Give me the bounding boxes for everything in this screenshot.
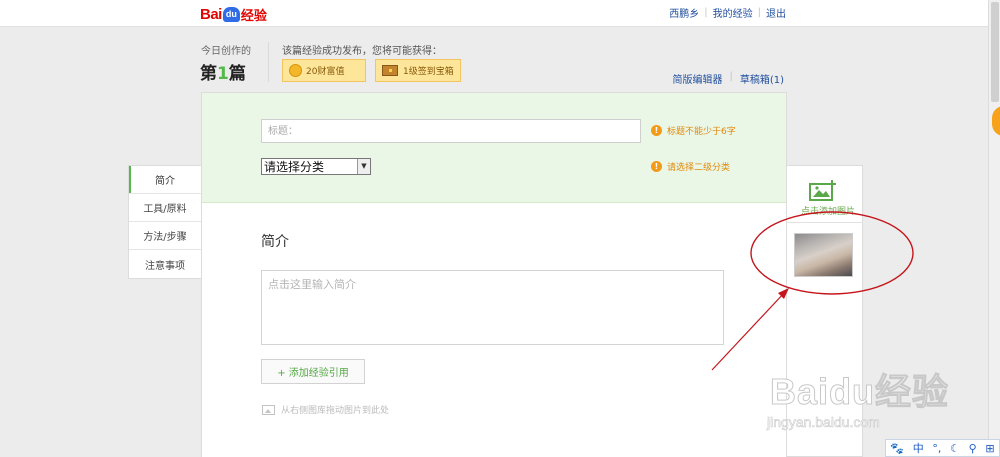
drag-image-hint: 从右侧图库拖动图片到此处	[262, 403, 389, 416]
page-scrollbar[interactable]	[988, 0, 1000, 457]
add-experience-reference-button[interactable]: + 添加经验引用	[261, 359, 365, 384]
ime-punctuation-icon[interactable]: °,	[932, 442, 941, 455]
title-category-area: ! 标题不能少于6字 请选择分类 ▼ ! 请选择二级分类	[202, 93, 786, 203]
ime-toolbar: 🐾 中 °, ☾ ⚲ ⊞	[885, 439, 1000, 457]
logout-link[interactable]: 退出	[766, 5, 786, 20]
baidu-jingyan-logo[interactable]: Bai du 经验	[200, 4, 267, 24]
divider: |	[757, 7, 761, 18]
nav-item-label: 工具/原料	[143, 204, 187, 215]
paw-icon[interactable]: 🐾	[890, 442, 904, 455]
intro-textarea[interactable]	[261, 270, 724, 345]
wealth-reward-text: 20财富值	[306, 67, 345, 77]
drafts-link[interactable]: 草稿箱(1)	[740, 71, 784, 86]
intro-section-heading: 简介	[261, 234, 289, 250]
watermark-brand: Baidu经验	[769, 371, 950, 413]
nav-item-steps[interactable]: 方法/步骤	[129, 222, 201, 250]
scrollbar-thumb[interactable]	[991, 2, 999, 102]
warning-icon: !	[651, 125, 662, 136]
reward-label: 该篇经验成功发布，您将可能获得：	[282, 46, 442, 57]
count-suffix: 篇	[228, 64, 246, 84]
category-select[interactable]: 请选择分类 ▼	[261, 158, 371, 175]
logo-jingyan-text: 经验	[240, 8, 267, 24]
count-number: 1	[217, 64, 229, 84]
section-nav: 简介 工具/原料 方法/步骤 注意事项	[128, 165, 201, 279]
count-prefix: 第	[200, 64, 217, 84]
logo-paw-icon: du	[222, 6, 240, 22]
divider	[787, 222, 863, 223]
title-warning: ! 标题不能少于6字	[651, 124, 736, 137]
nav-item-label: 注意事项	[145, 260, 185, 272]
category-warning-text: 请选择二级分类	[667, 163, 731, 173]
simple-editor-link[interactable]: 简版编辑器	[672, 71, 722, 86]
watermark-site: jingyan.baidu.com	[767, 414, 880, 431]
divider: |	[704, 7, 708, 18]
nav-item-tools[interactable]: 工具/原料	[129, 194, 201, 222]
wealth-reward-badge: 20财富值	[282, 59, 366, 82]
chest-reward-text: 1级签到宝箱	[403, 67, 454, 77]
dropdown-arrow-icon: ▼	[357, 159, 370, 174]
today-created-label: 今日创作的	[201, 46, 251, 57]
ime-user-icon[interactable]: ⚲	[969, 442, 977, 455]
coin-icon	[289, 64, 302, 77]
logo-bai-text: Bai	[200, 5, 222, 23]
title-warning-text: 标题不能少于6字	[667, 127, 736, 137]
editor-links: 简版编辑器 | 草稿箱(1)	[672, 71, 784, 86]
my-experience-link[interactable]: 我的经验	[713, 5, 753, 20]
drag-hint-text: 从右侧图库拖动图片到此处	[281, 406, 390, 416]
category-select-value: 请选择分类	[264, 160, 325, 174]
nav-item-intro[interactable]: 简介	[129, 166, 201, 194]
user-name-link[interactable]: 西鹏乡	[669, 5, 699, 20]
category-warning: ! 请选择二级分类	[651, 160, 730, 173]
ime-grid-icon[interactable]: ⊞	[985, 442, 994, 455]
top-bar: Bai du 经验 西鹏乡 | 我的经验 | 退出	[0, 0, 1000, 27]
ime-chinese-mode[interactable]: 中	[913, 440, 924, 456]
article-count: 第1篇	[200, 59, 246, 84]
user-links: 西鹏乡 | 我的经验 | 退出	[669, 5, 786, 20]
add-image-label[interactable]: 点击添加图片	[801, 204, 855, 217]
add-image-icon[interactable]	[809, 180, 837, 202]
nav-item-label: 简介	[155, 176, 175, 187]
header-divider	[268, 42, 269, 82]
image-icon	[262, 404, 275, 415]
divider: |	[729, 71, 733, 82]
nav-item-label: 方法/步骤	[143, 232, 187, 243]
ime-moon-icon[interactable]: ☾	[950, 442, 960, 455]
title-input[interactable]	[261, 119, 641, 143]
nav-item-notes[interactable]: 注意事项	[129, 250, 201, 278]
chest-reward-badge: 1级签到宝箱	[375, 59, 461, 82]
treasure-chest-icon	[382, 65, 398, 76]
editor-panel: ! 标题不能少于6字 请选择分类 ▼ ! 请选择二级分类 简介 + 添加经验引用…	[201, 92, 787, 457]
warning-icon: !	[651, 161, 662, 172]
image-thumbnail[interactable]	[794, 233, 853, 277]
